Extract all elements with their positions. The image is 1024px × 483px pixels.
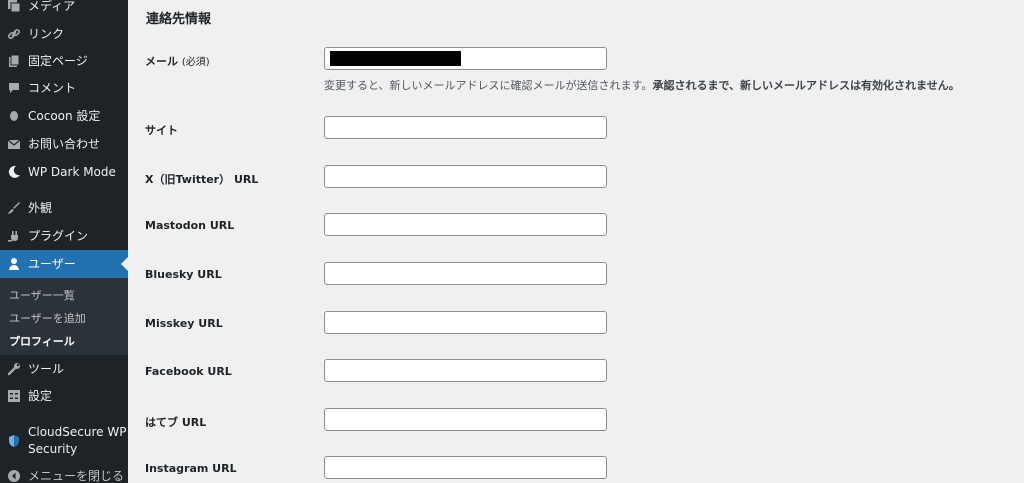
facebook-url-label: Facebook URL bbox=[145, 365, 232, 378]
instagram-url-input[interactable] bbox=[324, 456, 607, 479]
instagram-url-label: Instagram URL bbox=[145, 462, 237, 475]
menu-item-cocoon[interactable]: Cocoon 設定 bbox=[0, 102, 128, 130]
submenu-item-add-user[interactable]: ユーザーを追加 bbox=[9, 310, 86, 326]
hatebu-url-input[interactable] bbox=[324, 408, 607, 431]
submenu-item-all-users[interactable]: ユーザー一覧 bbox=[9, 287, 75, 303]
menu-label: ツール bbox=[28, 362, 65, 376]
mastodon-url-label: Mastodon URL bbox=[145, 219, 235, 232]
moon-icon bbox=[7, 165, 21, 179]
facebook-url-input[interactable] bbox=[324, 359, 607, 382]
collapse-menu-button[interactable]: メニューを閉じる bbox=[0, 462, 128, 483]
comment-icon bbox=[7, 81, 21, 95]
collapse-icon bbox=[7, 469, 21, 483]
email-label-text: メール bbox=[145, 55, 178, 68]
brush-icon bbox=[7, 201, 21, 215]
menu-item-users[interactable]: ユーザー bbox=[0, 250, 128, 278]
plugin-icon bbox=[7, 229, 21, 243]
menu-item-tools[interactable]: ツール bbox=[0, 355, 128, 383]
settings-icon bbox=[7, 389, 21, 403]
menu-item-comments[interactable]: コメント bbox=[0, 74, 128, 102]
users-submenu: ユーザー一覧 ユーザーを追加 プロフィール bbox=[0, 278, 128, 355]
menu-item-cloudsecure[interactable]: CloudSecure WP Security bbox=[0, 424, 128, 458]
menu-label: WP Dark Mode bbox=[28, 165, 116, 179]
user-icon bbox=[7, 257, 21, 271]
cocoon-icon bbox=[7, 109, 21, 123]
menu-item-plugins[interactable]: プラグイン bbox=[0, 222, 128, 250]
menu-label: プラグイン bbox=[28, 229, 89, 243]
email-field[interactable] bbox=[324, 47, 607, 70]
menu-label: お問い合わせ bbox=[28, 137, 101, 151]
menu-item-settings[interactable]: 設定 bbox=[0, 382, 128, 410]
menu-label: メニューを閉じる bbox=[28, 469, 125, 483]
site-url-input[interactable] bbox=[324, 116, 607, 139]
bluesky-url-label: Bluesky URL bbox=[145, 268, 222, 281]
redacted-email-value bbox=[330, 51, 461, 66]
menu-item-appearance[interactable]: 外観 bbox=[0, 194, 128, 222]
current-menu-arrow bbox=[121, 257, 128, 271]
menu-label: CloudSecure WP Security bbox=[28, 425, 127, 456]
x-url-input[interactable] bbox=[324, 165, 607, 188]
wrench-icon bbox=[7, 362, 21, 376]
menu-item-dark-mode[interactable]: WP Dark Mode bbox=[0, 158, 128, 186]
site-label: サイト bbox=[145, 124, 178, 137]
misskey-url-label: Misskey URL bbox=[145, 317, 223, 330]
email-desc-bold: 承認されるまで、新しいメールアドレスは有効化されません。 bbox=[652, 79, 960, 92]
menu-label: コメント bbox=[28, 81, 77, 95]
menu-label: 設定 bbox=[28, 389, 53, 403]
menu-item-pages[interactable]: 固定ページ bbox=[0, 47, 128, 75]
x-url-label: X（旧Twitter） URL bbox=[145, 173, 259, 186]
misskey-url-input[interactable] bbox=[324, 311, 607, 334]
profile-form-area: 連絡先情報 メール (必須) 変更すると、新しいメールアドレスに確認メールが送信… bbox=[128, 0, 1024, 483]
mastodon-url-input[interactable] bbox=[324, 213, 607, 236]
link-icon bbox=[7, 27, 21, 41]
menu-label: リンク bbox=[28, 27, 65, 41]
email-description: 変更すると、新しいメールアドレスに確認メールが送信されます。承認されるまで、新し… bbox=[324, 77, 960, 93]
menu-label: 固定ページ bbox=[28, 54, 88, 68]
media-icon bbox=[7, 0, 21, 13]
mail-icon bbox=[7, 137, 21, 151]
menu-label: Cocoon 設定 bbox=[28, 109, 101, 123]
bluesky-url-input[interactable] bbox=[324, 262, 607, 285]
section-title: 連絡先情報 bbox=[146, 12, 212, 27]
menu-item-links[interactable]: リンク bbox=[0, 20, 128, 48]
menu-label: ユーザー bbox=[28, 257, 76, 271]
shield-icon bbox=[7, 434, 21, 448]
menu-label: メディア bbox=[28, 0, 76, 13]
menu-label: 外観 bbox=[28, 201, 53, 215]
menu-item-contact[interactable]: お問い合わせ bbox=[0, 130, 128, 158]
submenu-item-profile[interactable]: プロフィール bbox=[9, 333, 75, 349]
menu-item-media[interactable]: メディア bbox=[0, 0, 128, 20]
email-desc-text: 変更すると、新しいメールアドレスに確認メールが送信されます。 bbox=[324, 79, 653, 92]
required-note: (必須) bbox=[181, 57, 210, 68]
page-icon bbox=[7, 54, 21, 68]
email-label: メール (必須) bbox=[145, 53, 210, 69]
admin-sidebar: メディア リンク 固定ページ コメント Cocoon 設定 お問い合わせ WP … bbox=[0, 0, 128, 483]
hatebu-url-label: はてブ URL bbox=[145, 416, 207, 429]
